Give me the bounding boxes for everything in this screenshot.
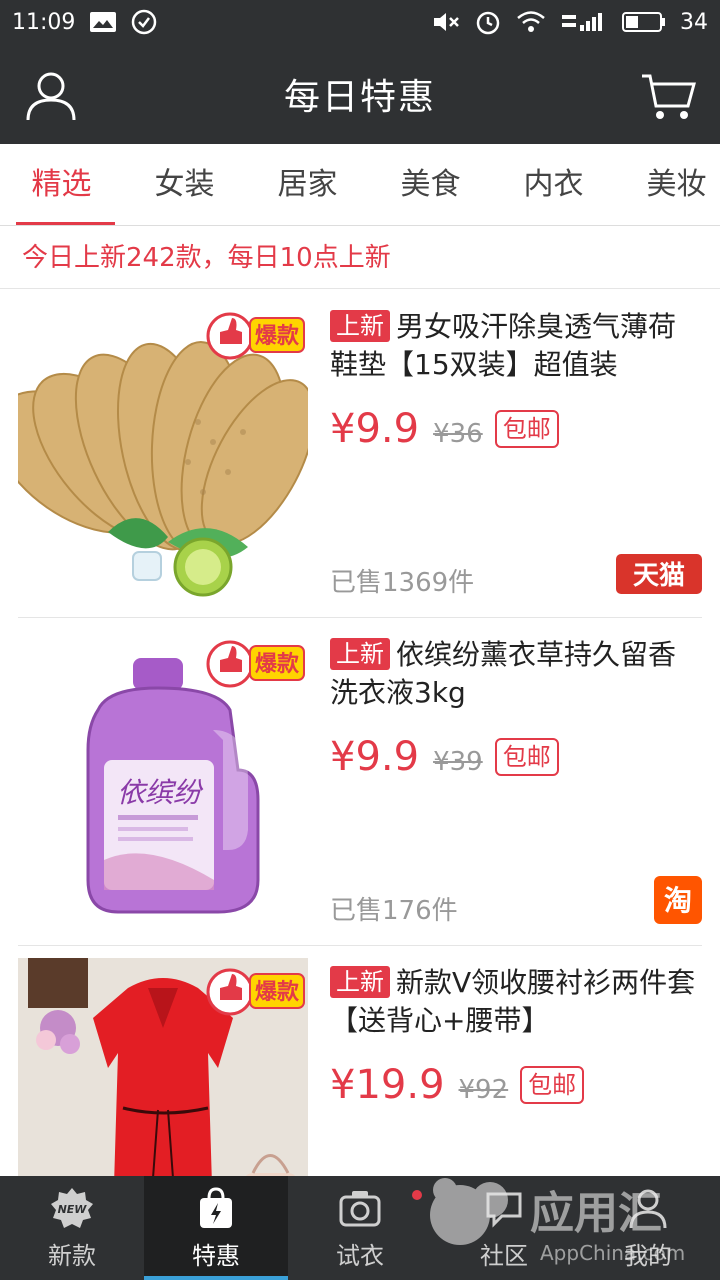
- tmall-badge-icon: 天猫: [616, 554, 702, 594]
- nav-label: 新款: [48, 1241, 96, 1270]
- tab-beauty[interactable]: 美妆: [615, 144, 720, 225]
- product-card[interactable]: 爆款 上新 男女吸汗除臭透气薄荷鞋垫【15双装】超值装 ¥9.9 ¥36 包邮 已…: [18, 290, 702, 618]
- original-price: ¥92: [458, 1075, 509, 1105]
- new-icon: NEW: [51, 1187, 93, 1228]
- profile-icon: [629, 1189, 667, 1228]
- nav-label: 试衣: [336, 1241, 384, 1270]
- signal-icon: [560, 11, 608, 33]
- price: ¥19.9: [330, 1062, 445, 1108]
- nav-community[interactable]: 社区: [412, 1176, 576, 1280]
- new-tag: 上新: [330, 966, 390, 998]
- category-tabs: 精选 女装 居家 美食 内衣 美妆: [0, 144, 720, 226]
- community-icon: [486, 1192, 522, 1228]
- alarm-icon: [474, 8, 502, 36]
- hot-badge-icon: 爆款: [206, 312, 305, 360]
- product-title[interactable]: 上新 新款V领收腰衬衫两件套【送背心+腰带】: [330, 964, 702, 1040]
- nav-profile[interactable]: 我的: [576, 1176, 720, 1280]
- svg-text:爆款: 爆款: [255, 651, 300, 677]
- new-tag: 上新: [330, 310, 390, 342]
- tab-home[interactable]: 居家: [246, 144, 369, 225]
- svg-text:天猫: 天猫: [633, 561, 685, 591]
- svg-text:淘: 淘: [664, 884, 692, 917]
- sold-count: 已售176件: [330, 896, 458, 926]
- sold-count: 已售1369件: [330, 568, 475, 598]
- status-bar: 11:09 34: [0, 0, 720, 44]
- notification-dot: [412, 1190, 422, 1200]
- product-card[interactable]: 依缤纷 爆款 上新 依缤纷薰衣草持久留香洗衣液3kg ¥9.9 ¥39 包邮 已售…: [18, 618, 702, 946]
- tab-underwear[interactable]: 内衣: [492, 144, 615, 225]
- svg-text:依缤纷: 依缤纷: [117, 776, 204, 809]
- new-tag: 上新: [330, 638, 390, 670]
- battery-icon: [622, 11, 666, 33]
- status-time: 11:09: [12, 9, 76, 35]
- original-price: ¥39: [433, 747, 483, 777]
- nav-try-on[interactable]: 试衣: [288, 1176, 432, 1280]
- price: ¥9.9: [330, 406, 420, 452]
- hot-badge-icon: 爆款: [206, 968, 305, 1016]
- hot-badge-icon: 爆款: [206, 640, 305, 688]
- page-title: 每日特惠: [283, 77, 436, 118]
- app-bar: 每日特惠: [0, 44, 720, 144]
- free-shipping-badge: 包邮: [520, 1066, 585, 1104]
- taobao-badge-icon: 淘: [654, 876, 702, 924]
- original-price: ¥36: [433, 419, 483, 449]
- camera-icon: [339, 1190, 381, 1226]
- price: ¥9.9: [330, 734, 420, 780]
- new-items-notice: 今日上新242款，每日10点上新: [0, 227, 720, 289]
- user-icon[interactable]: [24, 68, 78, 122]
- mute-icon: [432, 10, 460, 34]
- tab-women[interactable]: 女装: [123, 144, 246, 225]
- battery-level: 34: [680, 9, 708, 35]
- check-circle-icon: [131, 9, 157, 35]
- nav-label: 社区: [480, 1241, 528, 1270]
- cart-icon[interactable]: [640, 70, 696, 122]
- nav-new[interactable]: NEW 新款: [0, 1176, 144, 1280]
- free-shipping-badge: 包邮: [494, 738, 559, 776]
- nav-deals[interactable]: 特惠: [144, 1176, 288, 1280]
- gallery-notification-icon: [89, 11, 117, 33]
- bag-icon: [200, 1186, 232, 1228]
- svg-text:NEW: NEW: [58, 1203, 88, 1216]
- bottom-nav: NEW 新款 特惠 试衣 社区 我的: [0, 1176, 720, 1280]
- tab-featured[interactable]: 精选: [0, 144, 123, 225]
- nav-label: 我的: [624, 1241, 672, 1270]
- free-shipping-badge: 包邮: [494, 410, 559, 448]
- tab-food[interactable]: 美食: [369, 144, 492, 225]
- svg-text:爆款: 爆款: [255, 323, 300, 349]
- nav-label: 特惠: [192, 1241, 240, 1270]
- product-list: 爆款 上新 男女吸汗除臭透气薄荷鞋垫【15双装】超值装 ¥9.9 ¥36 包邮 已…: [0, 290, 720, 1274]
- product-title[interactable]: 上新 依缤纷薰衣草持久留香洗衣液3kg: [330, 636, 702, 712]
- svg-text:爆款: 爆款: [255, 979, 300, 1005]
- wifi-icon: [516, 10, 546, 34]
- product-title[interactable]: 上新 男女吸汗除臭透气薄荷鞋垫【15双装】超值装: [330, 308, 702, 384]
